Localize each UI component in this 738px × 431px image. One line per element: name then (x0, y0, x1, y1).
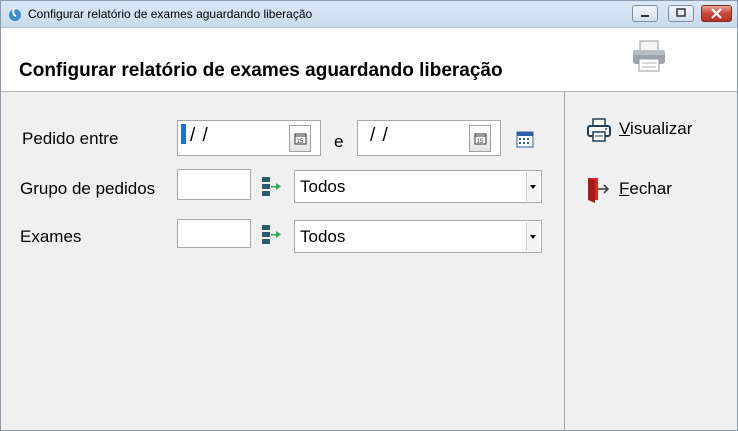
chevron-down-icon[interactable] (526, 172, 540, 201)
close-button[interactable] (701, 5, 732, 22)
maximize-icon (676, 8, 686, 17)
app-window: Configurar relatório de exames aguardand… (0, 0, 738, 431)
printer-icon (631, 39, 667, 78)
fechar-button[interactable]: Fechar (583, 173, 713, 207)
minimize-icon (641, 15, 649, 17)
date-start-field[interactable]: / / 15 (177, 120, 321, 156)
exames-label: Exames (20, 227, 82, 246)
date-end-value: / / (370, 125, 389, 146)
fechar-label: Fechar (619, 179, 672, 198)
app-icon (7, 6, 23, 22)
panel-divider (564, 92, 565, 430)
date-start-value: / / (190, 125, 209, 146)
chevron-down-icon[interactable] (526, 222, 540, 251)
minimize-button[interactable] (632, 5, 658, 22)
lookup-icon[interactable] (260, 175, 282, 202)
header-panel: Configurar relatório de exames aguardand… (1, 28, 737, 92)
svg-text:15: 15 (297, 139, 304, 145)
exames-select[interactable]: Todos (294, 220, 542, 253)
calendar-grid-icon[interactable] (516, 130, 534, 153)
visualizar-button[interactable]: Visualizar (583, 113, 713, 147)
date-end-calendar-button[interactable]: 15 (469, 125, 491, 152)
window-title: Configurar relatório de exames aguardand… (28, 7, 313, 21)
pedido-label: Pedido entre (22, 129, 119, 148)
date-separator-label: e (334, 132, 344, 151)
grupo-label: Grupo de pedidos (20, 179, 156, 198)
text-cursor (181, 124, 186, 144)
date-end-field[interactable]: / / 15 (357, 120, 501, 156)
exames-select-value: Todos (300, 227, 346, 246)
close-icon (711, 8, 722, 19)
date-start-calendar-button[interactable]: 15 (289, 125, 311, 152)
title-bar: Configurar relatório de exames aguardand… (1, 1, 737, 28)
svg-text:15: 15 (477, 139, 484, 145)
printer-icon (586, 117, 612, 148)
grupo-code-field[interactable] (177, 169, 251, 200)
grupo-select[interactable]: Todos (294, 170, 542, 203)
visualizar-label: Visualizar (619, 119, 693, 138)
lookup-icon[interactable] (260, 223, 282, 250)
page-title: Configurar relatório de exames aguardand… (19, 60, 503, 81)
maximize-button[interactable] (668, 5, 694, 22)
calendar-icon: 15 (294, 133, 307, 145)
exit-door-icon (586, 175, 612, 208)
exames-code-field[interactable] (177, 219, 251, 248)
calendar-icon: 15 (474, 133, 487, 145)
grupo-select-value: Todos (300, 177, 346, 196)
